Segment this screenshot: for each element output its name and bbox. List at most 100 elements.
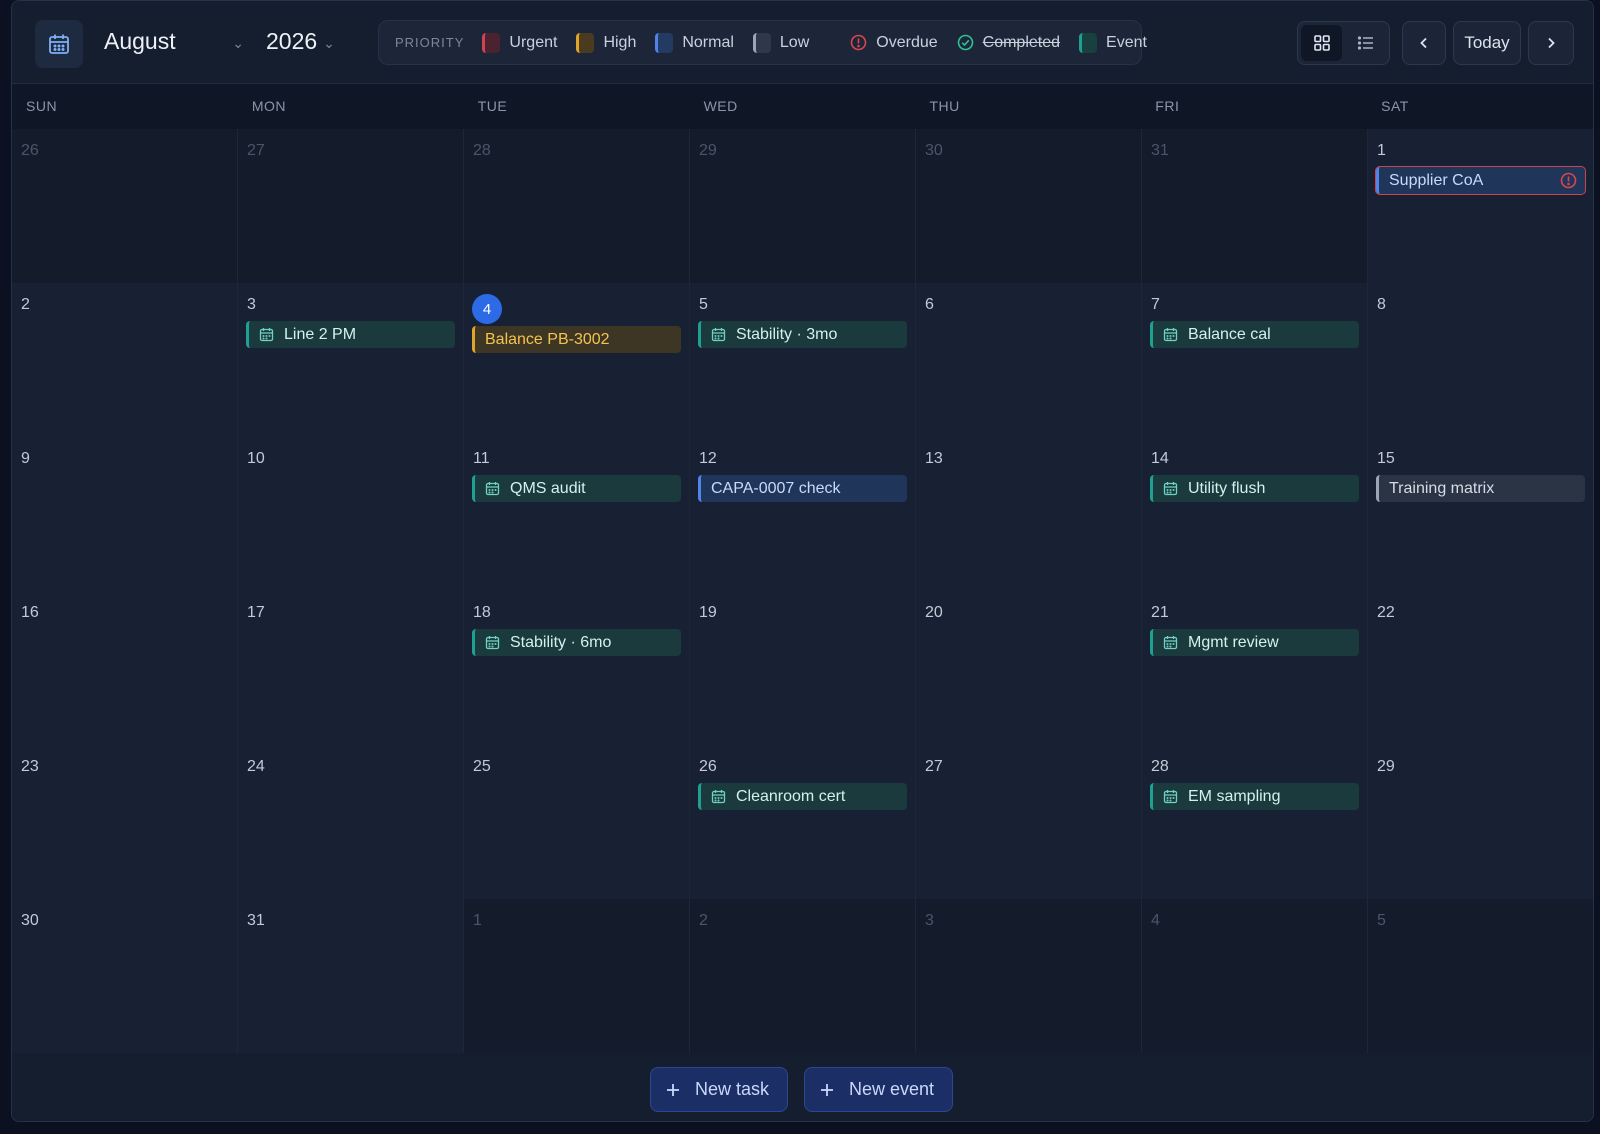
day-number: 29 (1377, 758, 1395, 775)
day-cell[interactable]: 15 Training matrix (1368, 437, 1593, 591)
day-cell[interactable]: 11 QMS audit (464, 437, 690, 591)
today-button[interactable]: Today (1453, 21, 1521, 65)
day-cell[interactable]: 24 (238, 745, 464, 899)
day-number: 12 (699, 450, 717, 467)
event-chip-utility-flush[interactable]: Utility flush (1150, 475, 1359, 502)
event-chip-stability-6mo[interactable]: Stability · 6mo (472, 629, 681, 656)
event-chip-balance-cal[interactable]: Balance cal (1150, 321, 1359, 348)
legend-event: Event (1079, 32, 1147, 53)
day-cell[interactable]: 18 Stability · 6mo (464, 591, 690, 745)
task-chip-training-matrix[interactable]: Training matrix (1376, 475, 1585, 502)
day-number: 20 (925, 604, 943, 621)
event-chip-line-2-pm[interactable]: Line 2 PM (246, 321, 455, 348)
day-cell[interactable]: 16 (12, 591, 238, 745)
day-cell[interactable]: 2 (690, 899, 916, 1053)
event-swatch (1079, 32, 1098, 53)
calendar-icon-button[interactable] (35, 20, 83, 68)
day-cell[interactable]: 12 CAPA-0007 check (690, 437, 916, 591)
day-cell[interactable]: 29 (690, 129, 916, 283)
task-chip-capa-0007-check[interactable]: CAPA-0007 check (698, 475, 907, 502)
calendar-icon (1163, 636, 1178, 650)
event-chip-mgmt-review[interactable]: Mgmt review (1150, 629, 1359, 656)
month-select[interactable]: August ⌄ (104, 23, 244, 59)
calendar-icon (1163, 482, 1178, 496)
day-cell[interactable]: 8 (1368, 283, 1593, 437)
day-number: 30 (21, 912, 39, 929)
day-cell[interactable]: 22 (1368, 591, 1593, 745)
grid-view-button[interactable] (1301, 25, 1342, 61)
day-number: 17 (247, 604, 265, 621)
new-task-button[interactable]: New task (650, 1067, 789, 1112)
day-cell[interactable]: 30 (12, 899, 238, 1053)
day-cell[interactable]: 28 EM sampling (1142, 745, 1368, 899)
day-cell[interactable]: 30 (916, 129, 1142, 283)
day-cell[interactable]: 19 (690, 591, 916, 745)
day-number: 7 (1151, 296, 1160, 313)
day-cell[interactable]: 21 Mgmt review (1142, 591, 1368, 745)
day-cell[interactable]: 31 (1142, 129, 1368, 283)
next-month-button[interactable] (1528, 21, 1574, 65)
day-number: 10 (247, 450, 265, 467)
new-task-label: New task (695, 1079, 770, 1099)
day-cell[interactable]: 9 (12, 437, 238, 591)
event-chip-cleanroom-cert[interactable]: Cleanroom cert (698, 783, 907, 810)
prev-month-button[interactable] (1402, 21, 1446, 65)
legend-low: Low (752, 32, 810, 53)
legend-normal: Normal (655, 32, 734, 53)
day-cell[interactable]: 20 (916, 591, 1142, 745)
view-toggle (1297, 21, 1390, 65)
new-event-label: New event (849, 1079, 935, 1099)
list-view-button[interactable] (1345, 25, 1386, 61)
day-number: 1 (473, 912, 482, 929)
day-cell[interactable]: 5 (1368, 899, 1593, 1053)
day-cell[interactable]: 1 Supplier CoA (1368, 129, 1593, 283)
day-cell[interactable]: 29 (1368, 745, 1593, 899)
day-cell[interactable]: 28 (464, 129, 690, 283)
event-label: Mgmt review (1188, 633, 1279, 651)
new-event-button[interactable]: New event (804, 1067, 954, 1112)
day-cell[interactable]: 5 Stability · 3mo (690, 283, 916, 437)
toolbar: August ⌄ 2026 ⌄ PRIORITY Urgent High Nor… (12, 1, 1593, 84)
calendar-icon (1163, 790, 1178, 804)
day-number: 2 (699, 912, 708, 929)
day-cell[interactable]: 27 (238, 129, 464, 283)
day-cell[interactable]: 3 (916, 899, 1142, 1053)
footer: New task New event (12, 1053, 1593, 1121)
day-cell[interactable]: 7 Balance cal (1142, 283, 1368, 437)
legend-low-label: Low (779, 33, 810, 51)
day-number: 18 (473, 604, 491, 621)
day-cell[interactable]: 17 (238, 591, 464, 745)
month-grid: 26 27 28 29 30 31 1 Supplier CoA 2 3 Lin… (12, 129, 1593, 1053)
day-number: 5 (699, 296, 708, 313)
day-number: 21 (1151, 604, 1169, 621)
event-chip-em-sampling[interactable]: EM sampling (1150, 783, 1359, 810)
day-cell[interactable]: 1 (464, 899, 690, 1053)
day-cell-today[interactable]: 4 Balance PB-3002 (464, 283, 690, 437)
day-cell[interactable]: 23 (12, 745, 238, 899)
event-chip-stability-3mo[interactable]: Stability · 3mo (698, 321, 907, 348)
day-cell[interactable]: 26 (12, 129, 238, 283)
day-number: 11 (473, 450, 490, 467)
normal-swatch (655, 32, 674, 53)
day-cell[interactable]: 27 (916, 745, 1142, 899)
day-cell[interactable]: 14 Utility flush (1142, 437, 1368, 591)
today-day-number: 4 (472, 294, 502, 324)
day-cell[interactable]: 3 Line 2 PM (238, 283, 464, 437)
event-label: Utility flush (1188, 479, 1266, 497)
day-cell[interactable]: 13 (916, 437, 1142, 591)
day-cell[interactable]: 31 (238, 899, 464, 1053)
day-cell[interactable]: 4 (1142, 899, 1368, 1053)
legend-urgent: Urgent (482, 32, 557, 53)
event-label: Line 2 PM (284, 325, 357, 343)
day-cell[interactable]: 26 Cleanroom cert (690, 745, 916, 899)
day-cell[interactable]: 10 (238, 437, 464, 591)
day-cell[interactable]: 6 (916, 283, 1142, 437)
event-chip-qms-audit[interactable]: QMS audit (472, 475, 681, 502)
day-number: 29 (699, 142, 717, 159)
day-cell[interactable]: 25 (464, 745, 690, 899)
year-select[interactable]: 2026 ⌄ (266, 23, 335, 59)
task-chip-balance-pb-3002[interactable]: Balance PB-3002 (472, 326, 681, 353)
day-cell[interactable]: 2 (12, 283, 238, 437)
task-chip-supplier-coa[interactable]: Supplier CoA (1375, 166, 1586, 195)
legend-high-label: High (603, 33, 637, 51)
